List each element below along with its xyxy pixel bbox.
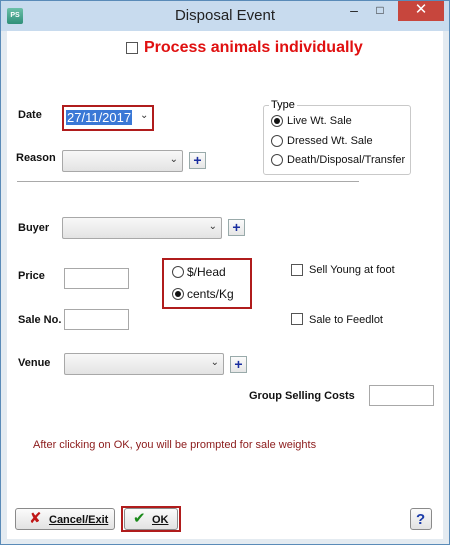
sell-young-checkbox[interactable] [291,264,303,276]
sale-to-feedlot-checkbox[interactable] [291,313,303,325]
divider [17,181,359,183]
per-head-radio[interactable] [172,266,184,278]
date-picker[interactable]: 27/11/2017 ⌄ [66,109,151,127]
sell-young-label[interactable]: Sell Young at foot [309,264,395,276]
cents-per-kg-radio[interactable] [172,288,184,300]
type-group-label: Type [269,99,297,111]
per-head-label[interactable]: $/Head [187,265,226,279]
help-button[interactable]: ? [410,508,432,530]
buyer-label: Buyer [18,222,50,234]
chevron-down-icon: ⌄ [169,154,178,165]
process-individually-label: Process animals individually [144,39,363,56]
cancel-exit-label: Cancel/Exit [49,514,109,526]
chevron-down-icon: ⌄ [140,110,149,121]
maximize-button[interactable]: □ [367,1,393,21]
sale-weights-note: After clicking on OK, you will be prompt… [33,439,317,451]
add-buyer-button[interactable]: + [228,219,245,236]
type-dressed-wt-radio[interactable] [271,135,283,147]
reason-label: Reason [16,152,56,164]
type-dressed-wt-label[interactable]: Dressed Wt. Sale [287,135,373,147]
price-label: Price [18,270,45,282]
type-live-wt-radio[interactable] [271,115,283,127]
price-input[interactable] [64,268,129,289]
cents-per-kg-label[interactable]: cents/Kg [187,287,234,301]
type-live-wt-label[interactable]: Live Wt. Sale [287,115,352,127]
reason-select[interactable]: ⌄ [62,150,183,172]
group-selling-costs-input[interactable] [369,385,434,406]
venue-select[interactable]: ⌄ [64,353,224,375]
close-button[interactable]: ✕ [398,1,444,21]
date-value: 27/11/2017 [66,110,133,125]
date-label: Date [18,109,42,121]
disposal-event-window: PS Disposal Event – □ ✕ Process animals … [0,0,450,545]
chevron-down-icon: ⌄ [208,221,217,232]
dialog-body: Process animals individually Date 27/11/… [7,31,443,539]
group-selling-costs-label: Group Selling Costs [249,390,355,402]
sale-to-feedlot-label[interactable]: Sale to Feedlot [309,314,383,326]
title-bar[interactable]: PS Disposal Event – □ ✕ [1,1,449,31]
chevron-down-icon: ⌄ [210,357,219,368]
ok-label: OK [152,514,169,526]
type-death-disposal-label[interactable]: Death/Disposal/Transfer [287,154,405,166]
minimize-button[interactable]: – [341,1,367,21]
ok-button[interactable]: ✔ OK [124,508,178,530]
add-venue-button[interactable]: + [230,356,247,373]
buyer-select[interactable]: ⌄ [62,217,222,239]
check-icon: ✔ [133,510,146,527]
x-icon: ✘ [29,510,42,527]
process-individually-checkbox[interactable] [126,42,138,54]
cancel-exit-button[interactable]: ✘ Cancel/Exit [15,508,115,530]
add-reason-button[interactable]: + [189,152,206,169]
help-icon: ? [416,511,426,528]
sale-no-label: Sale No. [18,314,62,326]
sale-no-input[interactable] [64,309,129,330]
type-death-disposal-radio[interactable] [271,154,283,166]
venue-label: Venue [18,357,51,369]
